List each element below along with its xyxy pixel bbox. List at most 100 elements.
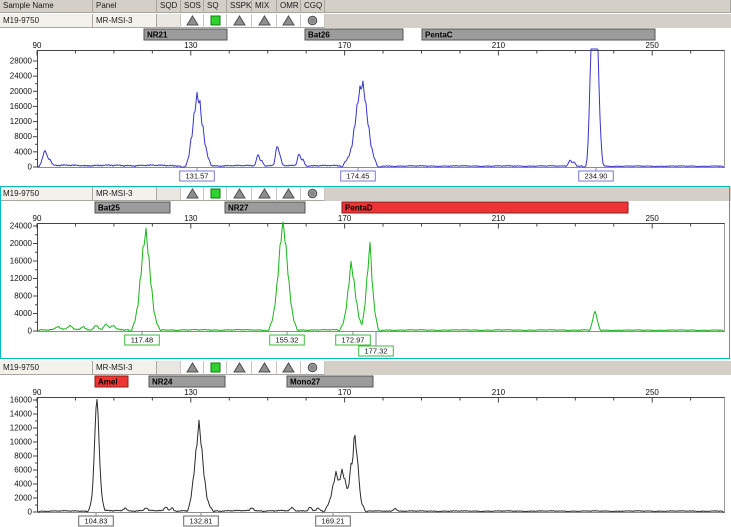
y-axis-label: 24000 bbox=[10, 72, 33, 81]
ruler-tick-label: 90 bbox=[33, 214, 42, 223]
marker-label: NR21 bbox=[147, 31, 168, 40]
flag-cell-sspk bbox=[227, 361, 252, 375]
y-axis-label: 16000 bbox=[10, 102, 33, 111]
flag-cell-sqd bbox=[157, 187, 181, 201]
y-axis-label: 8000 bbox=[14, 292, 32, 301]
marker-label: PentaD bbox=[345, 204, 373, 213]
header-col-mix[interactable]: MIX bbox=[252, 0, 277, 13]
warning-triangle-icon bbox=[282, 15, 295, 26]
marker-label: NR27 bbox=[228, 204, 249, 213]
flag-cell-sqd bbox=[157, 14, 181, 28]
plot-canvas: NR21Bat26PentaC9013017021025004000800012… bbox=[0, 28, 731, 186]
peak-size-label: 132.81 bbox=[190, 517, 213, 526]
sample-row[interactable]: M19-9750 MR-MSI-3 bbox=[0, 14, 731, 28]
sample-row[interactable]: M19-9750 MR-MSI-3 bbox=[0, 361, 731, 375]
header-col-sspk[interactable]: SSPK bbox=[227, 0, 252, 13]
fragment-analysis-window: Sample Name Panel SQD SOS SQ SSPK MIX OM… bbox=[0, 0, 731, 527]
pass-square-icon bbox=[210, 362, 221, 373]
flag-cell-omr bbox=[277, 14, 301, 28]
warning-triangle-icon bbox=[282, 362, 295, 373]
ruler-tick-label: 170 bbox=[338, 388, 352, 397]
ruler-tick-label: 250 bbox=[646, 388, 660, 397]
flag-cell-mix bbox=[252, 14, 277, 28]
ruler-tick-label: 250 bbox=[646, 214, 660, 223]
y-axis-label: 24000 bbox=[10, 222, 33, 231]
y-axis-label: 4000 bbox=[14, 309, 32, 318]
y-axis-label: 6000 bbox=[14, 466, 32, 475]
header-col-sos[interactable]: SOS bbox=[181, 0, 204, 13]
flag-cell-sspk bbox=[227, 14, 252, 28]
flag-cell-mix bbox=[252, 361, 277, 375]
y-axis-label: 16000 bbox=[10, 396, 33, 405]
flag-cell-sos bbox=[181, 361, 204, 375]
flag-cell-sq bbox=[204, 14, 227, 28]
y-axis-label: 0 bbox=[28, 163, 33, 172]
ruler-tick-label: 90 bbox=[33, 388, 42, 397]
warning-triangle-icon bbox=[233, 188, 246, 199]
plot-canvas: Bat25NR27PentaD9013017021025004000800012… bbox=[0, 201, 731, 358]
marker-label: Bat26 bbox=[308, 31, 330, 40]
header-col-sqd[interactable]: SQD bbox=[157, 0, 181, 13]
ruler-tick-label: 170 bbox=[338, 214, 352, 223]
flag-cell-sqd bbox=[157, 361, 181, 375]
y-axis-label: 20000 bbox=[10, 87, 33, 96]
y-axis-label: 12000 bbox=[10, 424, 33, 433]
warning-triangle-icon bbox=[282, 188, 295, 199]
peak-size-label: 234.90 bbox=[585, 172, 608, 181]
pass-square-icon bbox=[210, 188, 221, 199]
ruler-tick-label: 250 bbox=[646, 41, 660, 50]
header-col-cgq[interactable]: CGQ bbox=[301, 0, 325, 13]
ruler-tick-label: 130 bbox=[184, 41, 198, 50]
marker-range-bar[interactable] bbox=[342, 202, 628, 213]
y-axis-label: 12000 bbox=[10, 117, 33, 126]
flag-cell-cgq bbox=[301, 361, 325, 375]
header-col-sample-name[interactable]: Sample Name bbox=[0, 0, 93, 13]
header-col-sq[interactable]: SQ bbox=[204, 0, 227, 13]
y-axis-label: 28000 bbox=[10, 57, 33, 66]
flag-cell-omr bbox=[277, 361, 301, 375]
peak-size-label: 172.97 bbox=[342, 336, 365, 345]
quality-flags bbox=[0, 361, 731, 375]
marker-label: Amel bbox=[98, 378, 118, 387]
peak-size-label: 155.32 bbox=[276, 336, 299, 345]
y-axis-label: 0 bbox=[28, 327, 33, 336]
trace-path bbox=[38, 222, 724, 331]
y-axis-label: 2000 bbox=[14, 494, 32, 503]
ruler-tick-label: 170 bbox=[338, 41, 352, 50]
peak-size-label: 131.57 bbox=[186, 172, 209, 181]
flag-cell-sos bbox=[181, 14, 204, 28]
marker-range-bar[interactable] bbox=[422, 29, 655, 40]
y-axis-label: 4000 bbox=[14, 480, 32, 489]
peak-size-label: 117.48 bbox=[131, 336, 153, 345]
electropherogram-plot-blue[interactable]: NR21Bat26PentaC9013017021025004000800012… bbox=[0, 28, 731, 186]
warning-triangle-icon bbox=[258, 15, 271, 26]
marker-label: PentaC bbox=[425, 31, 453, 40]
header-filler bbox=[325, 0, 731, 13]
plot-canvas: AmelNR24Mono2790130170210250020004000600… bbox=[0, 375, 731, 527]
y-axis-label: 4000 bbox=[14, 147, 32, 156]
pass-square-icon bbox=[210, 15, 221, 26]
sample-row[interactable]: M19-9750 MR-MSI-3 bbox=[0, 187, 731, 201]
header-col-panel[interactable]: Panel bbox=[93, 0, 157, 13]
peak-size-label: 169.21 bbox=[322, 517, 345, 526]
flag-cell-sos bbox=[181, 187, 204, 201]
warning-triangle-icon bbox=[186, 362, 199, 373]
flag-cell-omr bbox=[277, 187, 301, 201]
electropherogram-plot-green[interactable]: Bat25NR27PentaD9013017021025004000800012… bbox=[0, 201, 731, 358]
marker-label: Bat25 bbox=[98, 204, 120, 213]
quality-flags bbox=[0, 14, 731, 28]
ruler-tick-label: 90 bbox=[33, 41, 42, 50]
electropherogram-plot-black[interactable]: AmelNR24Mono2790130170210250020004000600… bbox=[0, 375, 731, 527]
warning-triangle-icon bbox=[233, 15, 246, 26]
header-col-omr[interactable]: OMR bbox=[277, 0, 301, 13]
y-axis-label: 14000 bbox=[10, 410, 33, 419]
flag-cell-cgq bbox=[301, 187, 325, 201]
flag-cell-mix bbox=[252, 187, 277, 201]
flag-cell-sspk bbox=[227, 187, 252, 201]
flag-cell-sq bbox=[204, 361, 227, 375]
warning-triangle-icon bbox=[258, 188, 271, 199]
circle-flag-icon bbox=[307, 15, 318, 26]
y-axis-label: 8000 bbox=[14, 452, 32, 461]
ruler-tick-label: 210 bbox=[492, 41, 506, 50]
y-axis-label: 20000 bbox=[10, 239, 33, 248]
